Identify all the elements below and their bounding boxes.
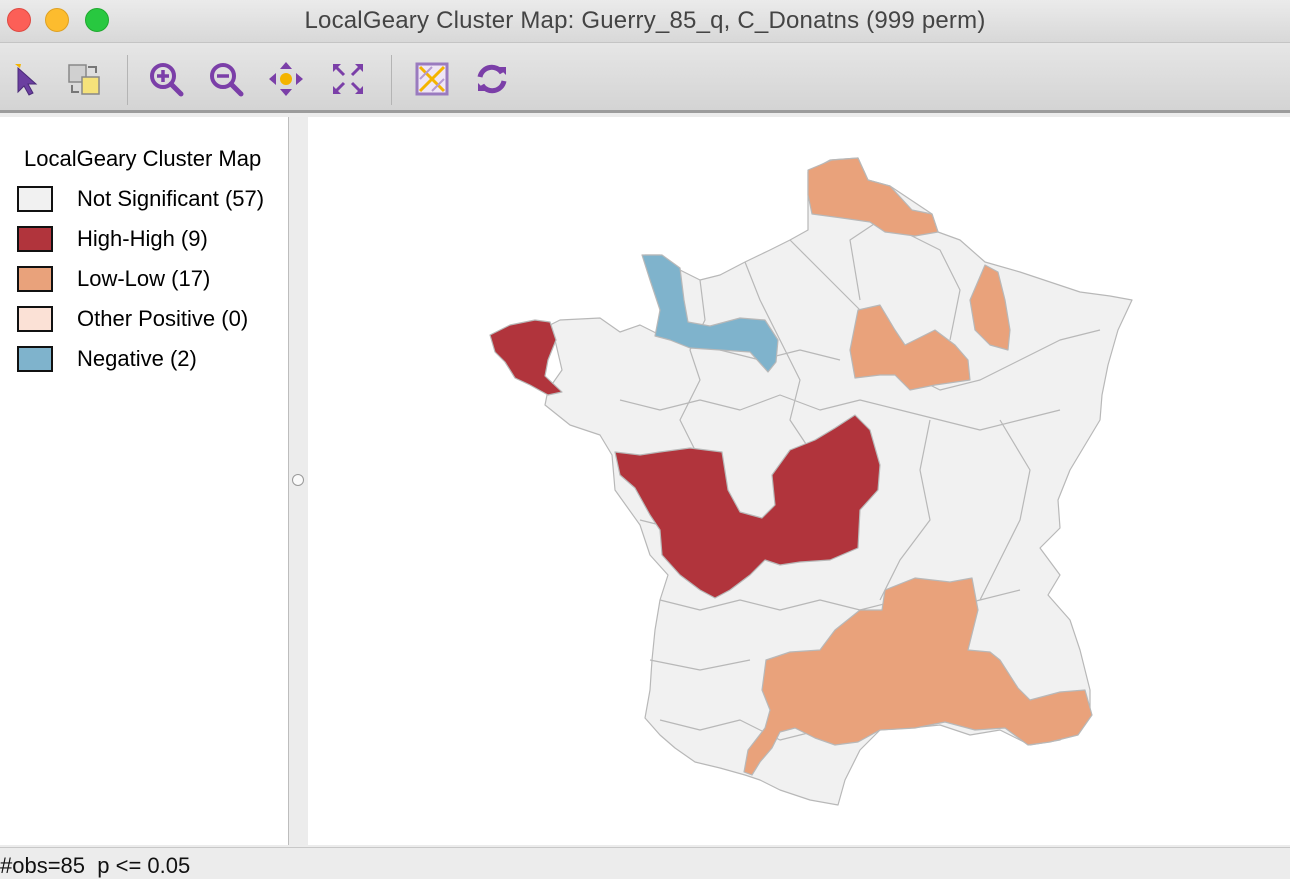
legend-label: High-High (9)	[77, 226, 208, 251]
legend-title: LocalGeary Cluster Map	[24, 146, 262, 171]
legend-item-negative[interactable]: Negative (2)	[17, 344, 197, 374]
map-canvas[interactable]	[308, 117, 1290, 845]
legend-swatch	[17, 186, 53, 212]
legend-swatch	[17, 266, 53, 292]
legend-swatch	[17, 226, 53, 252]
toolbar	[0, 43, 1290, 113]
toolbar-separator	[127, 55, 128, 105]
copy-selection-icon	[68, 64, 100, 95]
legend-label: Negative (2)	[77, 346, 197, 371]
select-arrow-icon	[15, 64, 38, 96]
legend-label: Not Significant (57)	[77, 186, 265, 211]
toolbar-separator	[391, 55, 392, 105]
copy-selection-button[interactable]	[64, 59, 104, 99]
legend-panel: LocalGeary Cluster Map Not Significant (…	[0, 117, 289, 845]
legend-label: Other Positive (0)	[77, 306, 249, 331]
zoom-out-button[interactable]	[206, 59, 246, 99]
legend-item-other-positive[interactable]: Other Positive (0)	[17, 304, 248, 334]
panel-splitter[interactable]	[289, 117, 308, 845]
zoom-out-icon	[210, 63, 244, 97]
legend-item-not-significant[interactable]: Not Significant (57)	[17, 184, 264, 214]
status-bar: #obs=85 p <= 0.05	[0, 847, 1290, 879]
select-tool-button[interactable]	[6, 59, 46, 99]
region-high-high[interactable]	[489, 319, 563, 396]
fit-to-extent-button[interactable]	[328, 59, 368, 99]
pan-icon	[269, 62, 303, 96]
legend-item-high-high[interactable]: High-High (9)	[17, 224, 208, 254]
title-bar: LocalGeary Cluster Map: Guerry_85_q, C_D…	[0, 0, 1290, 43]
zoom-in-icon	[150, 63, 184, 97]
basemap-icon	[415, 62, 449, 96]
splitter-handle[interactable]	[292, 474, 304, 486]
cluster-map[interactable]	[308, 117, 1290, 845]
legend-swatch	[17, 306, 53, 332]
refresh-icon	[477, 64, 507, 94]
legend-label: Low-Low (17)	[77, 266, 211, 291]
fit-to-extent-icon	[333, 64, 363, 94]
status-text: #obs=85 p <= 0.05	[0, 853, 191, 878]
zoom-in-button[interactable]	[146, 59, 186, 99]
legend-swatch	[17, 346, 53, 372]
pan-button[interactable]	[266, 59, 306, 99]
refresh-button[interactable]	[472, 59, 512, 99]
basemap-button[interactable]	[412, 59, 452, 99]
window-title: LocalGeary Cluster Map: Guerry_85_q, C_D…	[304, 7, 986, 34]
legend-item-low-low[interactable]: Low-Low (17)	[17, 264, 210, 294]
